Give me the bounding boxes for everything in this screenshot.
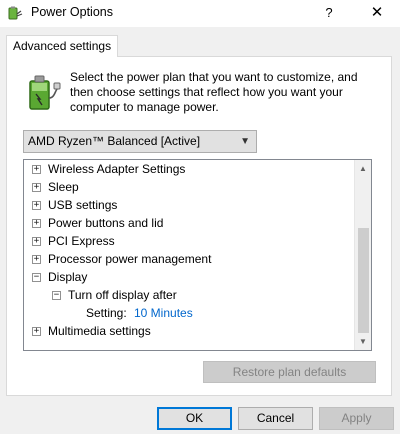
tree-item-label: Display xyxy=(48,270,88,284)
intro-text: Select the power plan that you want to c… xyxy=(70,70,358,114)
setting-value-link[interactable]: 10 Minutes xyxy=(134,304,193,322)
cancel-button[interactable]: Cancel xyxy=(238,407,313,430)
scroll-down-icon[interactable]: ▼ xyxy=(355,333,371,350)
tree-item-label: Sleep xyxy=(48,180,79,194)
expand-icon[interactable]: + xyxy=(32,165,41,174)
title-bar: Power Options ? ✕ xyxy=(0,0,400,27)
battery-plug-icon xyxy=(29,75,61,110)
tree-item-label: Multimedia settings xyxy=(48,324,151,338)
expand-icon[interactable]: + xyxy=(32,183,41,192)
apply-button[interactable]: Apply xyxy=(319,407,394,430)
setting-label: Setting: xyxy=(86,306,127,320)
scroll-up-icon[interactable]: ▲ xyxy=(355,160,371,177)
tree-item-label: Turn off display after xyxy=(68,288,177,302)
power-plan-select-value: AMD Ryzen™ Balanced [Active] xyxy=(28,134,201,148)
restore-plan-defaults-button[interactable]: Restore plan defaults xyxy=(203,361,376,383)
collapse-icon[interactable]: − xyxy=(32,273,41,282)
collapse-icon[interactable]: − xyxy=(52,291,61,300)
tree-item-label: USB settings xyxy=(48,198,118,212)
expand-icon[interactable]: + xyxy=(32,237,41,246)
vertical-scrollbar[interactable]: ▲ ▼ xyxy=(354,160,371,350)
tab-advanced-settings[interactable]: Advanced settings xyxy=(6,35,119,57)
scrollbar-thumb[interactable] xyxy=(358,228,369,333)
tree-item-label: Processor power management xyxy=(48,252,212,266)
help-button[interactable]: ? xyxy=(318,3,340,23)
tree-item-label: Wireless Adapter Settings xyxy=(48,162,186,176)
power-options-icon xyxy=(8,6,23,20)
expand-icon[interactable]: + xyxy=(32,219,41,228)
settings-tree[interactable]: + Wireless Adapter Settings + Sleep + US… xyxy=(23,159,372,351)
ok-button[interactable]: OK xyxy=(157,407,232,430)
window-title: Power Options xyxy=(31,5,113,19)
power-plan-select[interactable]: AMD Ryzen™ Balanced [Active] ▼ xyxy=(23,130,257,153)
close-button[interactable]: ✕ xyxy=(364,2,390,24)
expand-icon[interactable]: + xyxy=(32,201,41,210)
tree-item-label: Power buttons and lid xyxy=(48,216,164,230)
expand-icon[interactable]: + xyxy=(32,327,41,336)
expand-icon[interactable]: + xyxy=(32,255,41,264)
tree-item-label: PCI Express xyxy=(48,234,115,248)
chevron-down-icon: ▼ xyxy=(240,136,250,147)
